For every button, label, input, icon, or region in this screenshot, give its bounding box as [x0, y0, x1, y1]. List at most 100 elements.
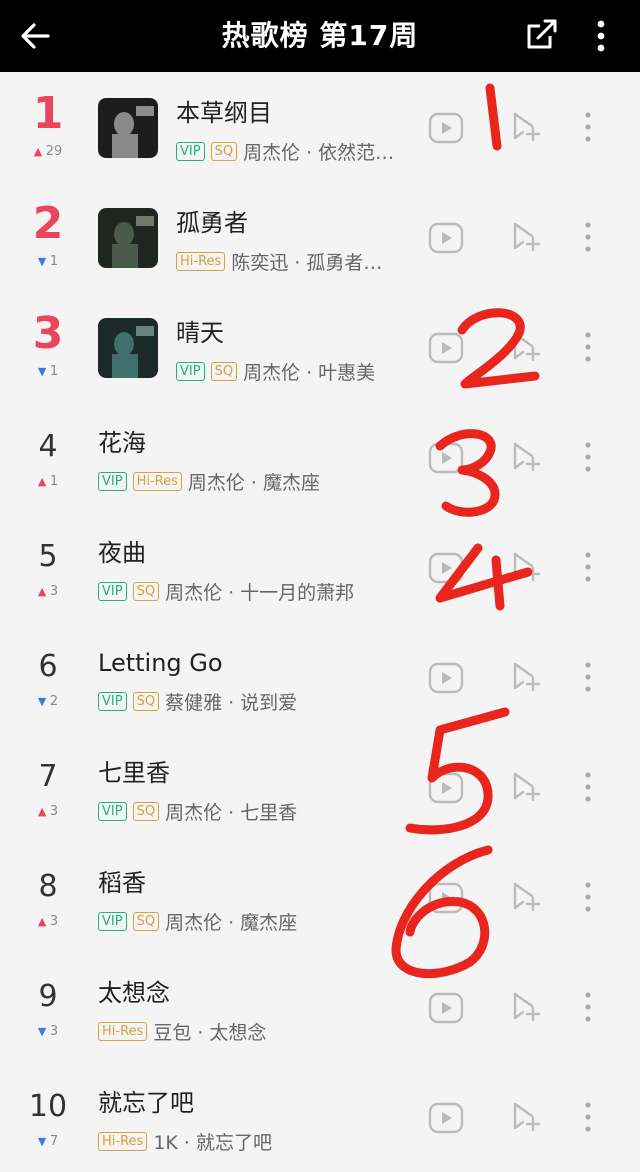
sq-badge: SQ	[210, 141, 238, 161]
rank-change-value: 1	[49, 474, 59, 489]
album-cover[interactable]	[98, 318, 158, 378]
add-to-playlist-icon[interactable]	[510, 440, 542, 472]
vip-badge: VIP	[98, 691, 127, 711]
song-meta: Hi-Res 豆包 · 太想念	[98, 1018, 266, 1044]
artist-album: 周杰伦 · 十一月的萧邦	[165, 581, 355, 604]
rank-number: 2	[32, 198, 64, 249]
more-vertical-icon[interactable]	[578, 550, 598, 584]
more-vertical-icon[interactable]	[578, 990, 598, 1024]
song-title[interactable]: Letting Go	[98, 648, 223, 678]
song-title[interactable]: 花海	[98, 428, 146, 458]
triangle-up-icon: ▲	[37, 915, 50, 928]
more-vertical-icon[interactable]	[578, 660, 598, 694]
song-meta: VIP SQ 周杰伦 · 魔杰座	[98, 908, 297, 934]
play-icon[interactable]	[428, 662, 464, 694]
rank-change-value: 3	[49, 1024, 59, 1039]
song-title[interactable]: 本草纲目	[176, 98, 272, 128]
add-to-playlist-icon[interactable]	[510, 550, 542, 582]
triangle-down-icon: ▼	[37, 1025, 50, 1038]
sq-badge: SQ	[132, 801, 160, 821]
add-to-playlist-icon[interactable]	[510, 660, 542, 692]
song-title[interactable]: 晴天	[176, 318, 224, 348]
rank-change-value: 3	[49, 584, 59, 599]
play-icon[interactable]	[428, 992, 464, 1024]
song-meta: VIP SQ 周杰伦 · 依然范…	[176, 138, 394, 164]
song-row[interactable]: 8 ▲ 3 稻香 VIP SQ 周杰伦 · 魔杰座	[0, 842, 640, 952]
album-cover[interactable]	[98, 98, 158, 158]
song-title[interactable]: 太想念	[98, 978, 170, 1008]
rank-change: ▲ 3	[22, 804, 74, 820]
song-row[interactable]: 6 ▼ 2 Letting Go VIP SQ 蔡健雅 · 说到爱	[0, 622, 640, 732]
triangle-up-icon: ▲	[37, 805, 50, 818]
play-icon[interactable]	[428, 552, 464, 584]
play-icon[interactable]	[428, 332, 464, 364]
song-row[interactable]: 5 ▲ 3 夜曲 VIP SQ 周杰伦 · 十一月的萧邦	[0, 512, 640, 622]
add-to-playlist-icon[interactable]	[510, 330, 542, 362]
more-vertical-icon[interactable]	[578, 110, 598, 144]
rank-number: 4	[38, 429, 58, 464]
hires-badge: Hi-Res	[176, 251, 226, 271]
add-to-playlist-icon[interactable]	[510, 880, 542, 912]
triangle-up-icon: ▲	[37, 475, 50, 488]
play-icon[interactable]	[428, 772, 464, 804]
rank-number: 6	[38, 649, 58, 684]
play-icon[interactable]	[428, 442, 464, 474]
more-vertical-icon[interactable]	[578, 220, 598, 254]
song-row[interactable]: 10 ▼ 7 就忘了吧 Hi-Res 1K · 就忘了吧	[0, 1062, 640, 1172]
artist-album: 陈奕迅 · 孤勇者…	[231, 251, 383, 274]
song-meta: VIP SQ 蔡健雅 · 说到爱	[98, 688, 297, 714]
more-vertical-icon[interactable]	[578, 440, 598, 474]
add-to-playlist-icon[interactable]	[510, 990, 542, 1022]
triangle-down-icon: ▼	[37, 365, 50, 378]
play-icon[interactable]	[428, 1102, 464, 1134]
rank-change: ▲ 3	[22, 914, 74, 930]
play-icon[interactable]	[428, 882, 464, 914]
song-row[interactable]: 7 ▲ 3 七里香 VIP SQ 周杰伦 · 七里香	[0, 732, 640, 842]
artist-album: 1K · 就忘了吧	[153, 1131, 272, 1154]
rank-change: ▲ 1	[22, 474, 74, 490]
song-meta: Hi-Res 1K · 就忘了吧	[98, 1128, 272, 1154]
add-to-playlist-icon[interactable]	[510, 770, 542, 802]
rank-number: 7	[38, 759, 58, 794]
album-cover[interactable]	[98, 208, 158, 268]
rank-number: 3	[32, 308, 64, 359]
vip-badge: VIP	[98, 471, 127, 491]
more-vertical-icon[interactable]	[578, 330, 598, 364]
rank-number: 10	[28, 1089, 68, 1124]
song-meta: VIP SQ 周杰伦 · 十一月的萧邦	[98, 578, 354, 604]
sq-badge: SQ	[210, 361, 238, 381]
play-icon[interactable]	[428, 222, 464, 254]
more-vertical-icon[interactable]	[578, 880, 598, 914]
artist-album: 蔡健雅 · 说到爱	[165, 691, 298, 714]
song-title[interactable]: 稻香	[98, 868, 146, 898]
triangle-up-icon: ▲	[37, 585, 50, 598]
more-vertical-icon[interactable]	[578, 770, 598, 804]
add-to-playlist-icon[interactable]	[510, 110, 542, 142]
add-to-playlist-icon[interactable]	[510, 220, 542, 252]
more-vertical-icon[interactable]	[578, 1100, 598, 1134]
song-meta: VIP SQ 周杰伦 · 叶惠美	[176, 358, 375, 384]
rank-number: 1	[32, 88, 64, 139]
song-title[interactable]: 七里香	[98, 758, 170, 788]
play-icon[interactable]	[428, 112, 464, 144]
vip-badge: VIP	[98, 581, 127, 601]
vip-badge: VIP	[98, 801, 127, 821]
share-icon[interactable]	[520, 14, 564, 58]
song-row[interactable]: 9 ▼ 3 太想念 Hi-Res 豆包 · 太想念	[0, 952, 640, 1062]
song-row[interactable]: 2 ▼ 1 孤勇者 Hi-Res 陈奕迅 · 孤勇者…	[0, 182, 640, 292]
rank-change-value: 3	[49, 914, 59, 929]
song-row[interactable]: 4 ▲ 1 花海 VIP Hi-Res 周杰伦 · 魔杰座	[0, 402, 640, 512]
add-to-playlist-icon[interactable]	[510, 1100, 542, 1132]
song-list: 1 ▲ 29 本草纲目 VIP SQ 周杰伦 · 依然范… 2 ▼ 1 孤勇者 Hi-Res 陈奕迅…	[0, 72, 640, 1172]
rank-change: ▼ 1	[22, 254, 74, 270]
song-title[interactable]: 就忘了吧	[98, 1088, 194, 1118]
song-row[interactable]: 3 ▼ 1 晴天 VIP SQ 周杰伦 · 叶惠美	[0, 292, 640, 402]
artist-album: 周杰伦 · 七里香	[165, 801, 298, 824]
triangle-up-icon: ▲	[33, 145, 46, 158]
more-vertical-icon[interactable]	[586, 14, 616, 58]
song-title[interactable]: 孤勇者	[176, 208, 248, 238]
song-title[interactable]: 夜曲	[98, 538, 146, 568]
triangle-down-icon: ▼	[37, 1135, 50, 1148]
triangle-down-icon: ▼	[37, 255, 50, 268]
song-row[interactable]: 1 ▲ 29 本草纲目 VIP SQ 周杰伦 · 依然范…	[0, 72, 640, 182]
